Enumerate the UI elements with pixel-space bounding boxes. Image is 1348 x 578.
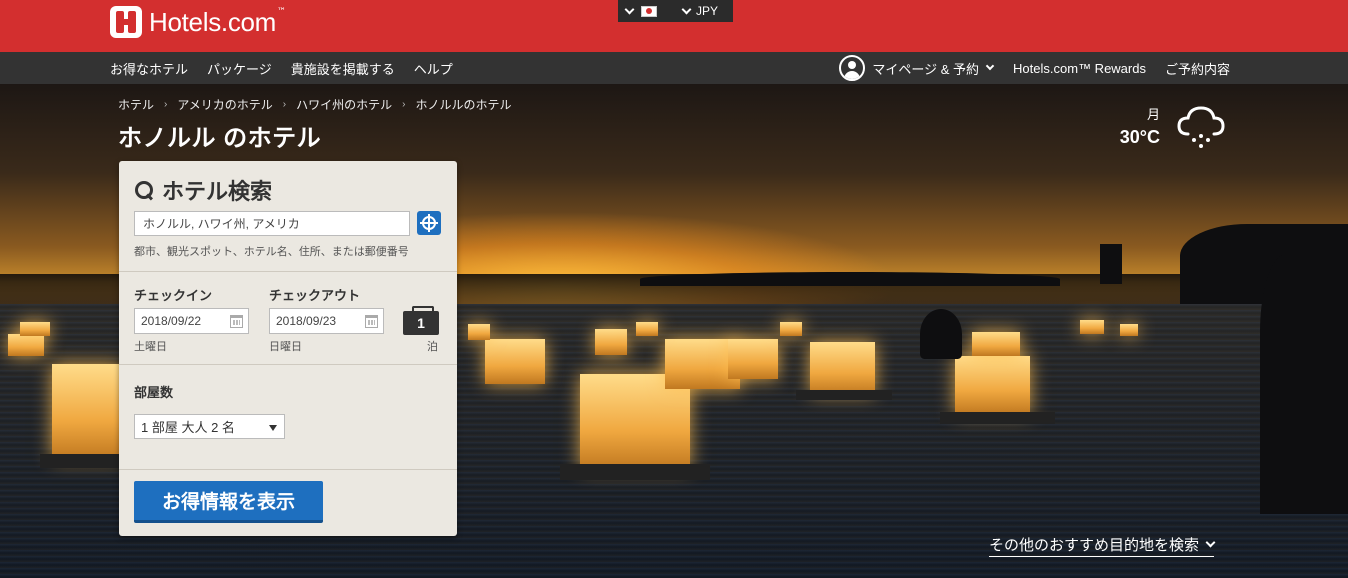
nav-list-property[interactable]: 貴施設を掲載する bbox=[291, 59, 395, 78]
hotels-logo-icon bbox=[110, 6, 142, 38]
chevron-down-icon[interactable] bbox=[985, 61, 995, 71]
nav-deals[interactable]: お得なホテル bbox=[110, 59, 188, 78]
destination-input[interactable] bbox=[134, 211, 410, 236]
show-deals-button[interactable]: お得情報を表示 bbox=[134, 481, 323, 523]
more-destinations-text: その他のおすすめ目的地を検索 bbox=[989, 537, 1200, 554]
breadcrumb-usa[interactable]: アメリカのホテル bbox=[177, 96, 272, 113]
locale-selector[interactable]: JPY bbox=[618, 0, 733, 22]
calendar-icon[interactable] bbox=[365, 315, 378, 328]
dropdown-caret-icon bbox=[269, 425, 277, 431]
hotels-logo[interactable]: Hotels.com ™ bbox=[110, 6, 286, 38]
locate-me-button[interactable] bbox=[417, 211, 441, 235]
nav-account[interactable]: マイページ & 予約 bbox=[872, 59, 979, 78]
chevron-down-icon bbox=[624, 4, 635, 14]
rooms-label: 部屋数 bbox=[134, 385, 174, 400]
chevron-down-icon bbox=[1205, 537, 1216, 547]
breadcrumb-honolulu[interactable]: ホノルルのホテル bbox=[415, 96, 511, 113]
checkin-weekday: 土曜日 bbox=[134, 341, 167, 353]
breadcrumb-hawaii[interactable]: ハワイ州のホテル bbox=[296, 96, 392, 113]
more-destinations-link[interactable]: その他のおすすめ目的地を検索 bbox=[989, 534, 1216, 557]
rooms-select[interactable]: 1 部屋 大人 2 名 bbox=[134, 414, 285, 439]
user-avatar-icon[interactable] bbox=[839, 55, 866, 81]
breadcrumb-hotels[interactable]: ホテル bbox=[118, 96, 154, 113]
checkin-label: チェックイン bbox=[134, 288, 213, 303]
rain-cloud-icon bbox=[1177, 106, 1225, 148]
japan-flag-icon bbox=[641, 5, 657, 17]
nav-help[interactable]: ヘルプ bbox=[414, 59, 453, 78]
weather-temp: 30°C bbox=[1119, 127, 1160, 147]
search-title-text: ホテル検索 bbox=[162, 179, 273, 204]
calendar-icon[interactable] bbox=[230, 315, 243, 328]
nights-count: 1 bbox=[403, 306, 439, 335]
main-nav: お得なホテル パッケージ 貴施設を掲載する ヘルプ マイページ & 予約 Hot… bbox=[0, 52, 1348, 84]
destination-hint: 都市、観光スポット、ホテル名、住所、または郵便番号 bbox=[134, 246, 409, 258]
weather-widget: 月 30°C bbox=[1110, 104, 1160, 148]
checkin-date-input[interactable]: 2018/09/22 bbox=[134, 308, 249, 334]
search-panel-title: ホテル検索 bbox=[134, 174, 272, 206]
nights-unit: 泊 bbox=[427, 341, 438, 353]
nav-rewards[interactable]: Hotels.com™ Rewards bbox=[1013, 61, 1146, 76]
checkout-label: チェックアウト bbox=[269, 288, 361, 303]
breadcrumb: ホテル › アメリカのホテル › ハワイ州のホテル › ホノルルのホテル bbox=[118, 96, 512, 113]
chevron-down-icon bbox=[681, 4, 692, 14]
nav-bookings[interactable]: ご予約内容 bbox=[1165, 59, 1230, 78]
weather-day: 月 bbox=[1146, 107, 1160, 122]
brand-tm: ™ bbox=[277, 7, 287, 17]
nav-packages[interactable]: パッケージ bbox=[207, 59, 272, 78]
page-title: ホノルル のホテル bbox=[118, 125, 322, 152]
checkout-date-input[interactable]: 2018/09/23 bbox=[269, 308, 384, 334]
hotel-search-panel: ホテル検索 都市、観光スポット、ホテル名、住所、または郵便番号 チェックイン チ… bbox=[119, 161, 457, 536]
checkin-date-value: 2018/09/22 bbox=[141, 314, 202, 328]
currency-selector[interactable]: JPY bbox=[696, 4, 718, 18]
brand-name: Hotels.com bbox=[149, 6, 277, 37]
checkout-weekday: 日曜日 bbox=[269, 341, 302, 353]
rooms-value: 1 部屋 大人 2 名 bbox=[141, 420, 235, 435]
checkout-date-value: 2018/09/23 bbox=[276, 314, 337, 328]
top-header: Hotels.com ™ JPY bbox=[0, 0, 1348, 52]
search-icon bbox=[134, 180, 154, 200]
